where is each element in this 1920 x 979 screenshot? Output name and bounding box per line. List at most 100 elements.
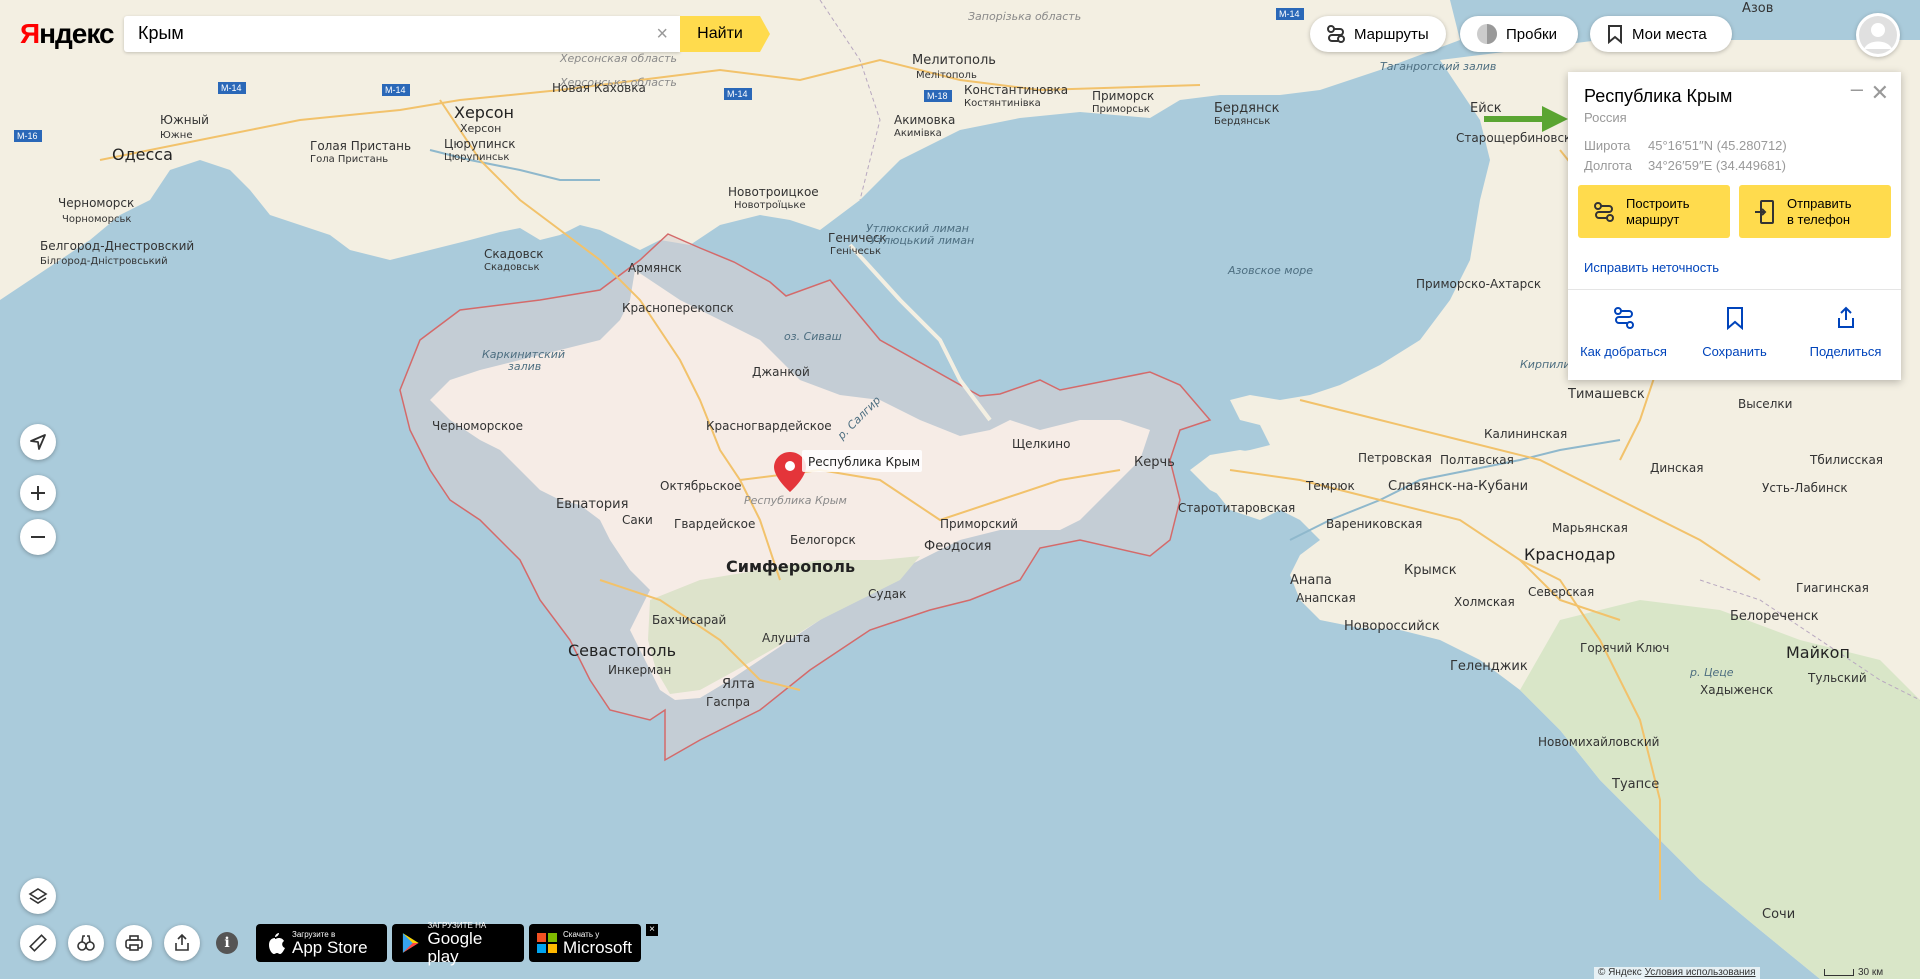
google-play-badge[interactable]: ЗАГРУЗИТЕ НА Google play	[392, 921, 524, 965]
ruler-button[interactable]	[20, 925, 56, 961]
fix-inaccuracy-link[interactable]: Исправить неточность	[1584, 260, 1719, 275]
place-card: Республика Крым Россия – ✕ Широта 45°16′…	[1568, 72, 1901, 380]
find-button[interactable]: Найти	[680, 16, 770, 52]
label-skadovsk-ua: Скадовськ	[484, 262, 540, 273]
how-to-get-action[interactable]: Как добраться	[1568, 306, 1679, 359]
card-divider	[1568, 289, 1901, 290]
label-novotroitske: Новотроїцьке	[734, 200, 806, 211]
label-kherson: Херсон	[454, 103, 514, 122]
label-primorsky: Приморский	[940, 517, 1018, 531]
ruler-icon	[29, 934, 47, 952]
search-input[interactable]	[124, 16, 632, 51]
layers-icon	[28, 888, 48, 904]
label-feodosia: Феодосия	[924, 539, 992, 554]
label-evpatoria: Евпатория	[556, 497, 628, 512]
label-slavyansk: Славянск-на-Кубани	[1388, 479, 1528, 494]
plus-icon	[31, 486, 45, 500]
microsoft-badge[interactable]: Скачать у Microsoft	[529, 924, 641, 962]
user-avatar[interactable]	[1856, 13, 1900, 57]
label-severskaya: Северская	[1528, 585, 1594, 599]
svg-text:M-14: M-14	[1279, 9, 1300, 19]
latitude-row: Широта 45°16′51″N (45.280712)	[1584, 138, 1787, 153]
geolocation-button[interactable]	[20, 424, 56, 460]
label-prymorsk: Приморськ	[1092, 104, 1150, 115]
map-scale: 30 км	[1824, 967, 1883, 978]
traffic-button[interactable]: Пробки	[1460, 16, 1578, 52]
label-novotroitskoe: Новотроицкое	[728, 185, 819, 199]
label-tuapse: Туапсе	[1611, 777, 1659, 792]
my-places-label: Мои места	[1632, 25, 1707, 43]
save-action[interactable]: Сохранить	[1679, 306, 1790, 359]
label-zaporizhzhia-oblast: Запорізька область	[968, 10, 1081, 23]
label-gaspra: Гаспра	[706, 695, 750, 709]
phone-btn-line2: в телефон	[1787, 211, 1851, 227]
share-action[interactable]: Поделиться	[1790, 306, 1901, 359]
label-karkinit-2: залив	[508, 360, 541, 373]
label-dinskaya: Динская	[1650, 461, 1703, 475]
share-icon	[175, 933, 189, 951]
label-ust-labinsk: Усть-Лабинск	[1762, 481, 1848, 495]
zoom-out-button[interactable]	[20, 519, 56, 555]
send-to-phone-button[interactable]: Отправить в телефон	[1739, 185, 1891, 238]
label-tulsky: Тульский	[1807, 671, 1867, 685]
marker-label: Республика Крым	[808, 455, 920, 469]
label-resp-crimea: Республика Крым	[744, 494, 847, 507]
label-sochi: Сочи	[1762, 907, 1795, 922]
card-subtitle: Россия	[1584, 110, 1627, 125]
label-primorsko-akhtarsk: Приморско-Ахтарск	[1416, 277, 1541, 291]
label-varenikovskaya: Варениковская	[1326, 517, 1422, 531]
label-bakhchisaray: Бахчисарай	[652, 613, 726, 627]
label-yuzhny: Южный	[160, 113, 209, 127]
apple-icon	[269, 933, 285, 954]
terms-link[interactable]: Условия использования	[1645, 967, 1756, 978]
label-chernomorskoe: Черноморское	[432, 419, 523, 433]
phone-btn-line1: Отправить	[1787, 195, 1852, 211]
build-route-button[interactable]: Построить маршрут	[1578, 185, 1730, 238]
label-tsyurupinsk-ua: Цюрупинськ	[444, 152, 509, 163]
label-melitopol: Мелитополь	[912, 53, 996, 68]
info-icon[interactable]: i	[216, 932, 238, 954]
label-chornomorsk-ua: Чорноморськ	[62, 214, 131, 225]
label-timashevsk: Тимашевск	[1567, 387, 1645, 402]
close-card-icon[interactable]: ✕	[1871, 80, 1889, 106]
clear-search-icon[interactable]: ×	[656, 23, 668, 46]
search-box: ×	[124, 16, 680, 52]
share-icon	[1790, 306, 1901, 334]
google-play-icon	[402, 933, 419, 953]
yandex-logo[interactable]: Яндекс	[20, 18, 115, 50]
label-oktyabrskoe: Октябрьское	[660, 479, 742, 493]
label-khadyzhensk: Хадыженск	[1700, 683, 1773, 697]
label-krasnogvardeyskoe: Красногвардейское	[706, 419, 832, 433]
label-sudak: Судак	[868, 587, 906, 601]
label-dzhankoy: Джанкой	[752, 365, 810, 379]
traffic-label: Пробки	[1506, 25, 1557, 43]
label-azov: Азов	[1742, 1, 1773, 16]
label-simferopol: Симферополь	[726, 557, 855, 576]
label-krymsk: Крымск	[1404, 563, 1457, 578]
label-maykop: Майкоп	[1786, 643, 1850, 662]
gplay-big: Google play	[427, 928, 483, 966]
close-badges-icon[interactable]: ×	[646, 924, 658, 936]
label-maryanskaya: Марьянская	[1552, 521, 1628, 535]
app-store-badge[interactable]: Загрузите в App Store	[256, 924, 387, 962]
label-chornomorsk: Черноморск	[58, 196, 134, 210]
copyright: © Яндекс Условия использования	[1594, 967, 1760, 979]
label-poltavskaya: Полтавская	[1440, 453, 1514, 467]
label-yuzhne: Южне	[160, 130, 193, 141]
zoom-in-button[interactable]	[20, 475, 56, 511]
label-shchelkino: Щелкино	[1012, 437, 1070, 451]
label-akimovka: Акимовка	[894, 113, 955, 127]
navigation-arrow-icon	[30, 434, 46, 450]
green-arrow-annotation	[1484, 106, 1568, 132]
label-golaya: Голая Пристань	[310, 139, 411, 153]
panorama-button[interactable]	[68, 925, 104, 961]
minimize-card-icon[interactable]: –	[1851, 76, 1863, 102]
label-skadovsk: Скадовск	[484, 247, 544, 261]
label-anapa: Анапа	[1290, 573, 1332, 588]
layers-button[interactable]	[20, 878, 56, 914]
share-map-button[interactable]	[164, 925, 200, 961]
my-places-button[interactable]: Мои места	[1590, 16, 1732, 52]
label-novorossiysk: Новороссийск	[1344, 619, 1440, 634]
routes-button[interactable]: Маршруты	[1310, 16, 1446, 52]
print-button[interactable]	[116, 925, 152, 961]
